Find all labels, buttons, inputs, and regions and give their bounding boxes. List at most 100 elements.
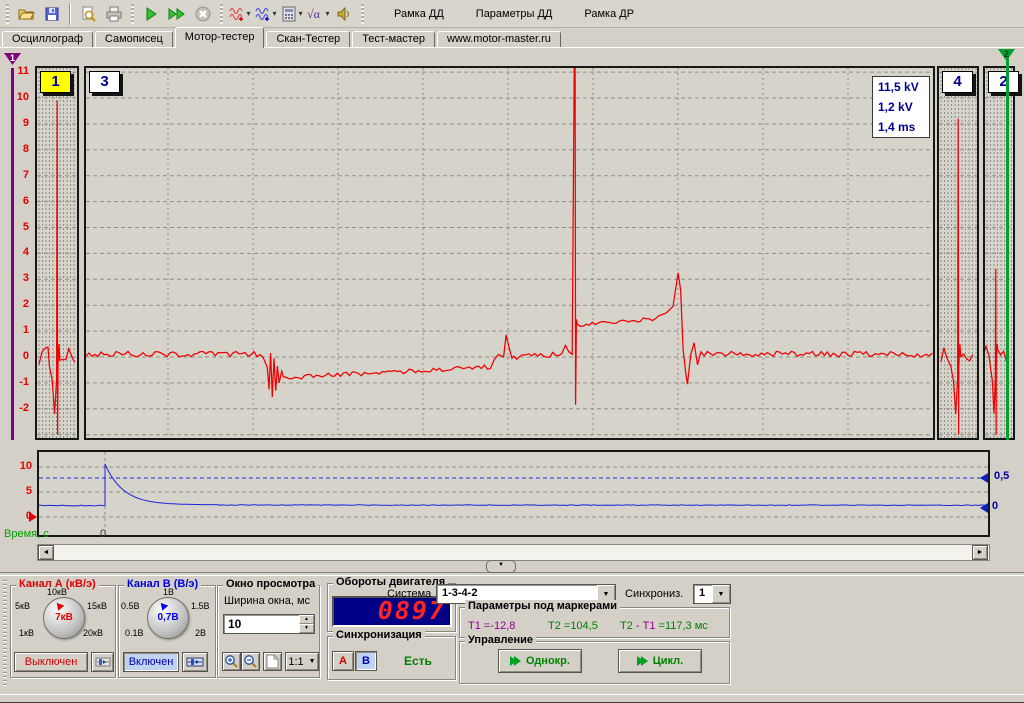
sync-source-value: 1 xyxy=(694,585,712,603)
timeline-y-tick: 5 xyxy=(8,485,32,497)
dropdown-arrow-icon[interactable]: ▾ xyxy=(298,9,302,18)
tab-Тест-мастер[interactable]: Тест-мастер xyxy=(352,31,435,48)
marker-2-line[interactable] xyxy=(1006,58,1009,440)
toolbar-grip xyxy=(131,4,134,24)
play-icon xyxy=(143,6,159,22)
tab-page-edge xyxy=(0,47,1024,48)
cylinder-panel-1 xyxy=(35,66,79,440)
tab-Осциллограф[interactable]: Осциллограф xyxy=(2,31,93,48)
math-formula-button[interactable]: √α▾ xyxy=(306,2,330,26)
marker-2-flag[interactable]: 2 xyxy=(998,49,1015,61)
cylinder-number-2: 2 xyxy=(988,71,1019,93)
sync-status: Есть xyxy=(404,654,432,668)
sync-source-combo[interactable]: 1 ▼ xyxy=(693,584,731,604)
scope-y-tick: 4 xyxy=(0,246,29,258)
fast-forward-icon xyxy=(637,656,648,666)
tab-Мотор-тестер[interactable]: Мотор-тестер xyxy=(175,27,265,48)
dropdown-arrow-icon[interactable]: ▾ xyxy=(246,9,250,18)
tab-www.motor-master.ru[interactable]: www.motor-master.ru xyxy=(437,31,561,48)
timeline-zero-arrow[interactable] xyxy=(29,512,37,522)
signal-red-button[interactable]: ▾ xyxy=(228,2,252,26)
readout-burn-kv: 1,2 kV xyxy=(878,97,929,117)
channel-b-state-button[interactable]: Включен xyxy=(123,652,179,672)
spin-down-icon[interactable]: ▼ xyxy=(299,624,314,633)
panel-grip[interactable] xyxy=(3,580,7,686)
print-icon xyxy=(105,6,123,22)
system-label: Система xyxy=(387,588,431,600)
sync-group: Синхронизация А В Есть xyxy=(327,636,456,680)
scope-y-tick: 5 xyxy=(0,221,29,233)
marker-1-flag[interactable]: 1 xyxy=(4,53,21,65)
knob-b-label-right: 1.5В xyxy=(191,601,210,611)
menu-item[interactable]: Рамка ДР xyxy=(584,8,634,20)
dropdown-arrow-icon[interactable]: ▾ xyxy=(325,9,329,18)
scope-area: 1 2 1342 11,5 kV 1,2 kV 1,4 ms 111098765… xyxy=(0,48,1024,445)
scope-y-tick: 10 xyxy=(0,91,29,103)
menu-item[interactable]: Рамка ДД xyxy=(394,8,444,20)
channel-a-offset-button[interactable] xyxy=(91,652,114,672)
toolbar-separator xyxy=(69,3,71,25)
dt-value: Т2 - Т1 =117,3 мс xyxy=(620,620,708,632)
zoom-in-button[interactable] xyxy=(222,652,241,671)
print-preview-icon xyxy=(80,6,96,22)
channel-a-range-knob[interactable]: 7кВ xyxy=(43,597,85,639)
dropdown-arrow-icon[interactable]: ▾ xyxy=(272,9,276,18)
trace-zero-marker-icon[interactable] xyxy=(980,503,988,513)
timeline-x-axis-label: Время, с xyxy=(4,528,49,540)
dropdown-arrow-icon[interactable]: ▼ xyxy=(712,585,730,603)
threshold-marker-icon[interactable] xyxy=(980,473,988,483)
cylinder-number-1: 1 xyxy=(40,71,71,93)
channel-b-range-knob[interactable]: 0,7В xyxy=(147,597,189,639)
knob-b-label-top: 1В xyxy=(163,587,174,597)
sync-source-label: Синхрониз. xyxy=(625,588,683,600)
collapse-panel-button[interactable]: ▼ xyxy=(486,560,516,573)
tab-Скан-Тестер[interactable]: Скан-Тестер xyxy=(266,31,350,48)
scope-y-tick: 11 xyxy=(0,65,29,77)
knob-a-label-top: 10кВ xyxy=(47,587,67,597)
math-formula-icon: √α xyxy=(306,6,324,22)
stop-button[interactable] xyxy=(191,2,215,26)
scope-y-tick: 3 xyxy=(0,272,29,284)
view-window-group: Окно просмотра Ширина окна, мс 10 ▲▼ 1:1… xyxy=(217,585,320,678)
open-folder-icon xyxy=(17,6,35,22)
menu-item[interactable]: Параметры ДД xyxy=(476,8,553,20)
scroll-left-button[interactable]: ◄ xyxy=(38,545,54,560)
tab-Самописец[interactable]: Самописец xyxy=(95,31,173,48)
scope-y-tick: 2 xyxy=(0,298,29,310)
threshold-value: 0,5 xyxy=(994,470,1009,482)
sync-channel-a-button[interactable]: А xyxy=(332,651,354,671)
rpm-display: 0897 xyxy=(332,596,452,627)
timeline-y-tick: 10 xyxy=(8,460,32,472)
channel-fader-icon xyxy=(186,656,204,668)
cycle-run-button[interactable]: Цикл. xyxy=(618,649,702,673)
save-button[interactable] xyxy=(40,2,64,26)
knob-b-label-left: 0.5В xyxy=(121,601,140,611)
reset-view-button[interactable] xyxy=(263,652,282,671)
channel-a-group: Канал А (кВ/э) 10кВ 5кВ 15кВ 1кВ 20кВ 7к… xyxy=(10,585,116,678)
channel-a-state-button[interactable]: Выключен xyxy=(14,652,88,672)
print-preview-button[interactable] xyxy=(76,2,100,26)
window-width-spinbox[interactable]: 10 ▲▼ xyxy=(223,614,315,634)
knob-b-label-bl: 0.1В xyxy=(125,628,144,638)
toolbar-grip xyxy=(361,4,364,24)
signal-blue-button[interactable]: ▾ xyxy=(254,2,278,26)
scale-combo[interactable]: 1:1 ▼ xyxy=(285,652,319,671)
timeline-chart xyxy=(37,450,990,537)
calculator-icon xyxy=(281,6,297,22)
play-button[interactable] xyxy=(139,2,163,26)
marker-1-line[interactable] xyxy=(11,68,14,440)
zoom-out-button[interactable] xyxy=(241,652,260,671)
spin-up-icon[interactable]: ▲ xyxy=(299,615,314,624)
scroll-right-button[interactable]: ► xyxy=(972,545,988,560)
channel-b-offset-button[interactable] xyxy=(182,652,208,672)
calculator-button[interactable]: ▾ xyxy=(280,2,304,26)
single-run-button[interactable]: Однокр. xyxy=(498,649,582,673)
sync-channel-b-button[interactable]: В xyxy=(355,651,377,671)
open-folder-button[interactable] xyxy=(14,2,38,26)
sound-button[interactable] xyxy=(332,2,356,26)
fast-forward-button[interactable] xyxy=(165,2,189,26)
print-button[interactable] xyxy=(102,2,126,26)
scope-y-tick: 1 xyxy=(0,324,29,336)
timeline-scrollbar[interactable] xyxy=(37,544,990,561)
cylinder-panel-2 xyxy=(983,66,1015,440)
